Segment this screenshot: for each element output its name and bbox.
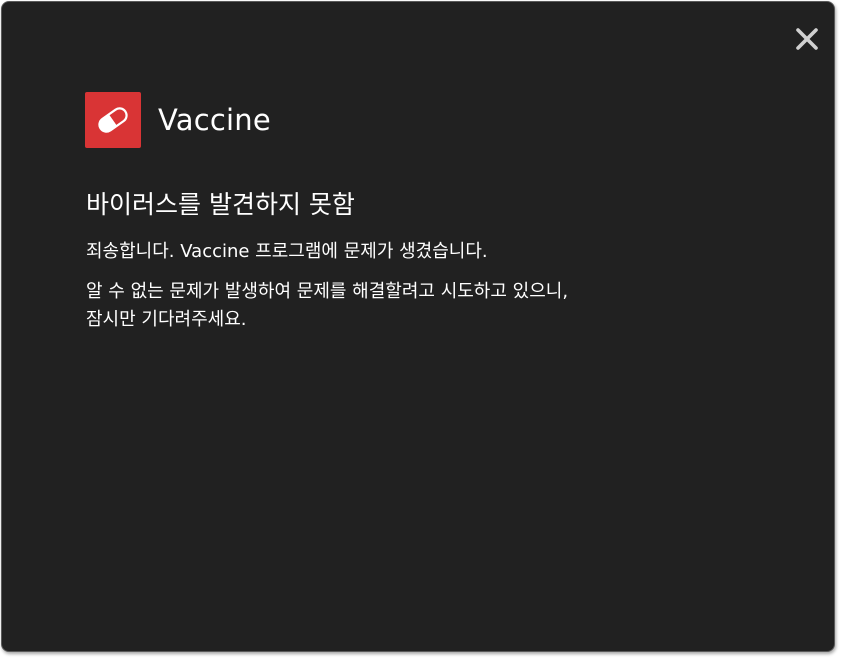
vaccine-dialog: Vaccine 바이러스를 발견하지 못함 죄송합니다. Vaccine 프로그…: [1, 1, 835, 652]
pill-icon: [85, 92, 141, 148]
message-line-1: 죄송합니다. Vaccine 프로그램에 문제가 생겼습니다.: [86, 241, 488, 262]
dialog-heading: 바이러스를 발견하지 못함: [86, 190, 355, 219]
message-line-2a: 알 수 없는 문제가 발생하여 문제를 해결할려고 시도하고 있으니,: [86, 281, 569, 302]
message-line-2: 알 수 없는 문제가 발생하여 문제를 해결할려고 시도하고 있으니, 잠시만 …: [86, 278, 568, 334]
app-name: Vaccine: [158, 103, 271, 137]
brand-header: Vaccine: [85, 92, 271, 148]
message-line-2b: 잠시만 기다려주세요.: [86, 309, 247, 330]
close-button[interactable]: [794, 26, 820, 52]
close-icon: [796, 28, 818, 50]
